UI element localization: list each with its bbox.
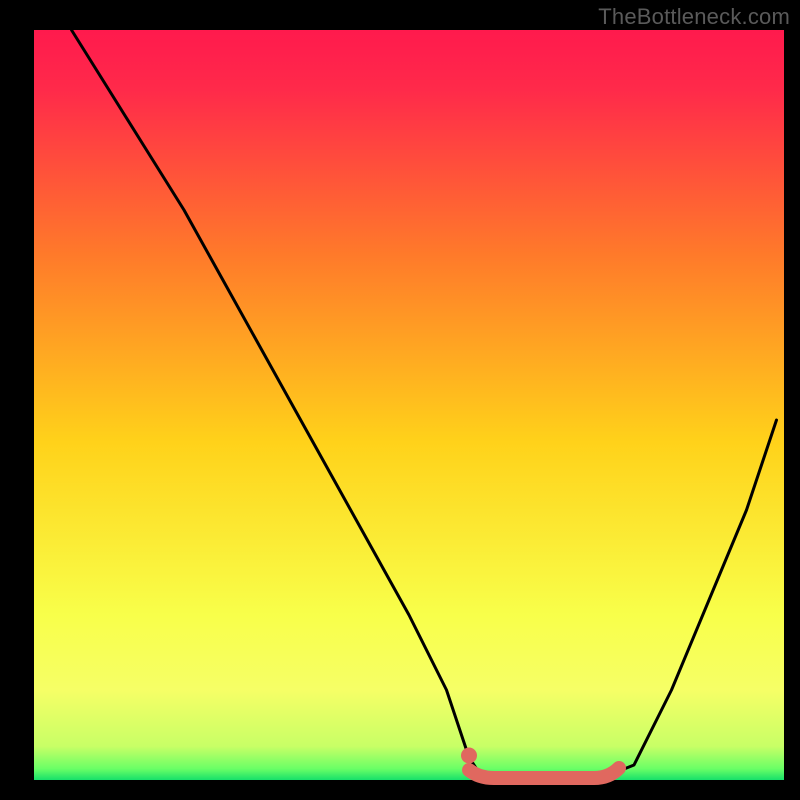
watermark-text: TheBottleneck.com xyxy=(598,4,790,30)
current-config-dot xyxy=(461,748,477,764)
bottleneck-chart xyxy=(0,0,800,800)
chart-frame: TheBottleneck.com xyxy=(0,0,800,800)
heatmap-background xyxy=(34,30,784,780)
